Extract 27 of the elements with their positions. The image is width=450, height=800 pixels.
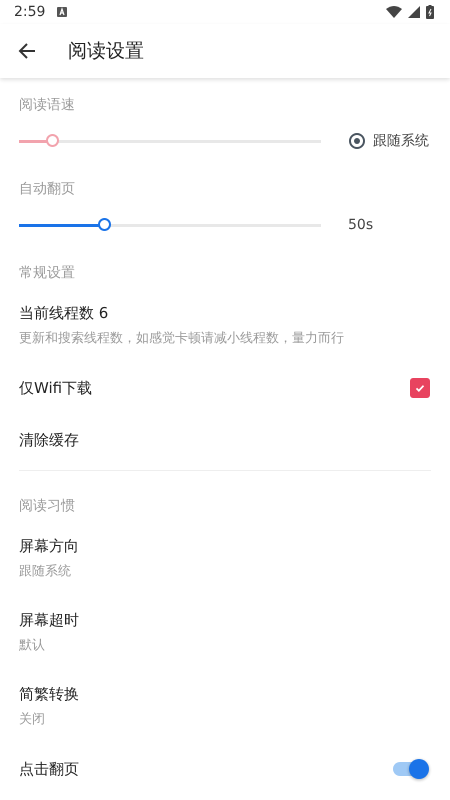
- status-time: 2:59: [14, 4, 46, 20]
- section-header: 常规设置: [19, 264, 76, 283]
- section-header: 自动翻页: [19, 180, 76, 199]
- notification-icon: [57, 7, 68, 17]
- section-header: 阅读语速: [19, 96, 76, 115]
- battery-icon: [426, 5, 434, 19]
- follow-system-radio[interactable]: 跟随系统: [349, 132, 429, 150]
- back-arrow-icon: [17, 41, 37, 61]
- checkbox[interactable]: [410, 378, 430, 398]
- setting-title[interactable]: 点击翻页: [19, 760, 79, 778]
- setting-title[interactable]: 当前线程数 6: [19, 304, 108, 322]
- section-header: 阅读习惯: [19, 497, 76, 516]
- slider-value: 50s: [348, 217, 374, 233]
- setting-title[interactable]: 屏幕方向: [19, 536, 79, 556]
- slider-thumb[interactable]: [46, 134, 60, 147]
- setting-title[interactable]: 屏幕超时: [19, 610, 79, 630]
- setting-title[interactable]: 清除缓存: [19, 430, 79, 450]
- page-title: 阅读设置: [68, 39, 144, 64]
- setting-value: 跟随系统: [19, 562, 71, 580]
- setting-value: 关闭: [19, 710, 45, 728]
- setting-title[interactable]: 仅Wifi下载: [19, 378, 92, 398]
- setting-value: 默认: [19, 636, 45, 654]
- setting-value: 更新和搜索线程数，如感觉卡顿请减小线程数，量力而行: [19, 330, 344, 346]
- toggle-switch[interactable]: [393, 762, 427, 776]
- setting-title[interactable]: 简繁转换: [19, 684, 79, 704]
- signal-icon: [408, 6, 420, 18]
- wifi-icon: [386, 6, 402, 18]
